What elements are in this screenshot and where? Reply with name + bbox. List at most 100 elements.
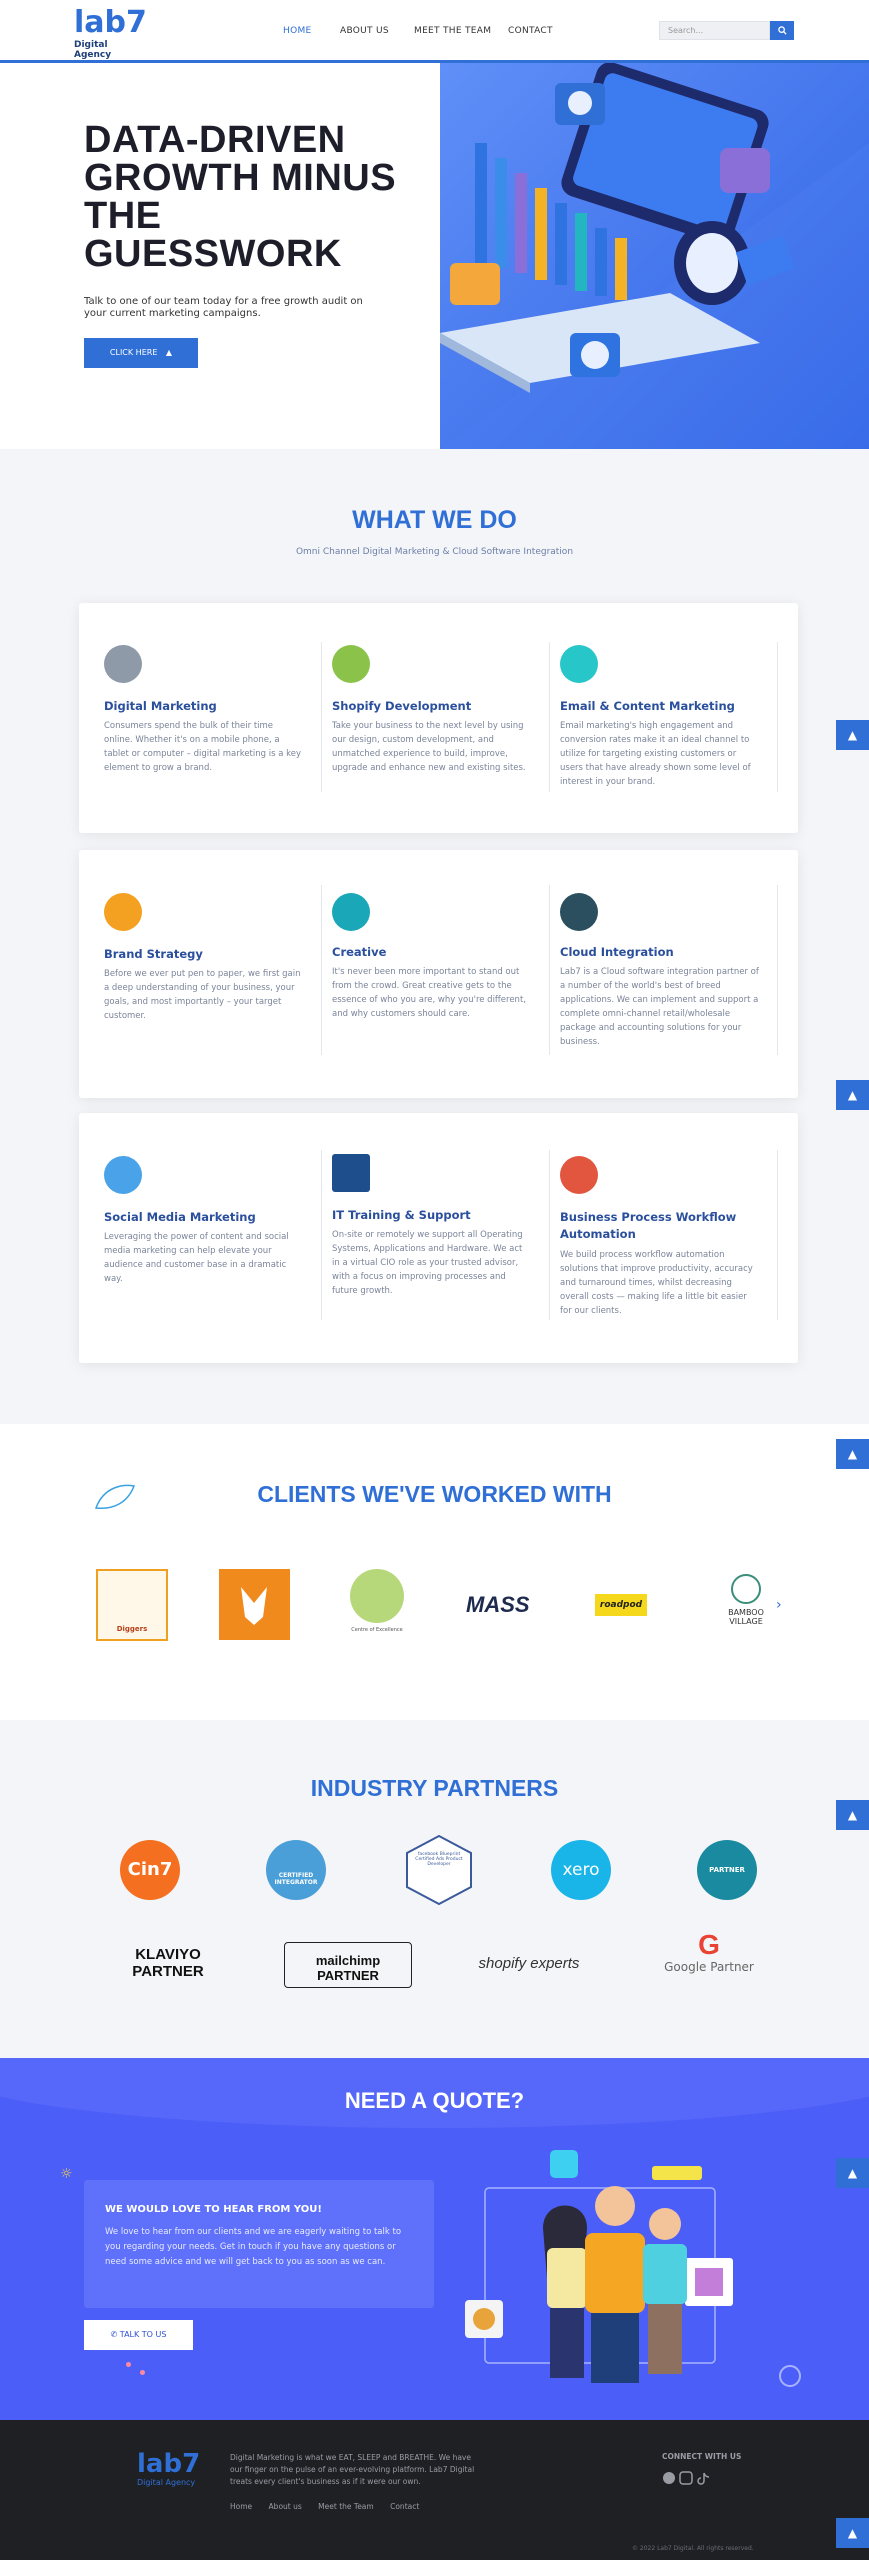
client-label: Centre of Excellence	[351, 1627, 403, 1633]
talk-to-us-label: TALK TO US	[119, 2330, 167, 2339]
search-button[interactable]	[770, 21, 794, 40]
social-share-icon	[104, 1156, 142, 1194]
chevron-up-icon: ▲	[847, 2526, 858, 2540]
service-description: Email marketing's high engagement and co…	[560, 721, 751, 787]
tiktok-icon[interactable]	[697, 2472, 710, 2485]
monitor-icon	[332, 1154, 370, 1192]
service-title: Email & Content Marketing	[560, 699, 735, 713]
footer-link-about[interactable]: About us	[269, 2502, 302, 2511]
partner-logo-klaviyo: KLAVIYO PARTNER	[132, 1946, 204, 1980]
hero-section: DATA-DRIVEN GROWTH MINUS THE GUESSWORK T…	[0, 63, 869, 449]
footer-logo[interactable]: lab7 Digital Agency	[137, 2450, 200, 2487]
divider	[549, 885, 550, 1055]
partner-logo-certified-integrator: CERTIFIED INTEGRATOR	[266, 1840, 326, 1900]
footer-connect-label: CONNECT WITH US	[662, 2452, 742, 2461]
quote-box: WE WOULD LOVE TO HEAR FROM YOU! We love …	[84, 2180, 434, 2308]
partner-logo-cin7: Cin7	[120, 1840, 180, 1900]
chevron-up-icon: ▲	[847, 1808, 858, 1822]
chevron-up-icon: ▲	[847, 1088, 858, 1102]
partner-logo-xero: xero	[551, 1840, 611, 1900]
nav-contact[interactable]: CONTACT	[508, 26, 553, 36]
bamboo-icon	[731, 1574, 761, 1604]
divider	[549, 1150, 550, 1320]
partner-logo-mailchimp: mailchimp PARTNER	[284, 1942, 412, 1988]
google-g-icon: G	[698, 1929, 720, 1960]
what-we-do-title: WHAT WE DO	[352, 506, 517, 534]
what-we-do-subtitle: Omni Channel Digital Marketing & Cloud S…	[295, 547, 574, 557]
service-title: Digital Marketing	[104, 699, 217, 713]
logo[interactable]: lab7 Digital Agency	[74, 5, 147, 61]
footer-logo-subtitle: Digital Agency	[137, 2478, 196, 2487]
scroll-top-button[interactable]: ▲	[836, 1080, 869, 1110]
nav-meet-the-team[interactable]: MEET THE TEAM	[414, 26, 491, 36]
partners-section: INDUSTRY PARTNERS Cin7 CERTIFIED INTEGRA…	[0, 1720, 869, 2058]
cloud-icon	[560, 893, 598, 931]
facebook-icon[interactable]	[663, 2472, 675, 2484]
service-title: Brand Strategy	[104, 947, 203, 961]
email-icon	[560, 645, 598, 683]
divider	[777, 642, 778, 792]
divider	[777, 1150, 778, 1320]
decorative-dot	[140, 2370, 145, 2375]
divider	[321, 642, 322, 792]
scroll-top-button[interactable]: ▲	[836, 720, 869, 750]
quote-title: NEED A QUOTE?	[344, 2088, 525, 2113]
hero-lead: Talk to one of our team today for a free…	[84, 296, 363, 319]
footer-link-contact[interactable]: Contact	[390, 2502, 419, 2511]
partner-logo-facebook-blueprint: facebook Blueprint Certified Ads Product…	[404, 1834, 474, 1906]
service-description: It's never been more important to stand …	[332, 967, 526, 1019]
scroll-top-button[interactable]: ▲	[836, 1439, 869, 1469]
talk-to-us-button[interactable]: ✆ TALK TO US	[84, 2320, 193, 2350]
nav-home[interactable]: HOME	[283, 26, 312, 36]
partners-title: INDUSTRY PARTNERS	[310, 1775, 559, 1801]
service-description: We build process workflow automation sol…	[560, 1250, 753, 1316]
carousel-next-chevron-icon[interactable]: ›	[776, 1597, 782, 1613]
client-logo-centre-of-excellence: Centre of Excellence	[346, 1569, 408, 1641]
divider	[321, 885, 322, 1055]
partner-label: facebook Blueprint Certified Ads Product…	[415, 1852, 463, 1867]
workflow-icon	[560, 1156, 598, 1194]
service-title: Creative	[332, 945, 387, 959]
footer-link-home[interactable]: Home	[230, 2502, 252, 2511]
clients-section: CLIENTS WE'VE WORKED WITH Diggers Centre…	[0, 1424, 869, 1720]
hero-cta-label: CLICK HERE	[109, 348, 158, 357]
megaphone-icon	[104, 893, 142, 931]
service-title: Cloud Integration	[560, 945, 674, 959]
hero-cta-button[interactable]: CLICK HERE ▲	[84, 338, 198, 368]
service-title: Social Media Marketing	[104, 1210, 256, 1224]
instagram-icon[interactable]	[679, 2471, 693, 2485]
divider	[321, 1150, 322, 1320]
team-illustration	[465, 2150, 801, 2387]
magnifier-icon	[777, 25, 787, 35]
logo-mark: lab7	[74, 5, 147, 40]
hero-illustration	[440, 63, 869, 449]
client-logo-roadpod: roadpod	[595, 1594, 647, 1616]
partner-logo-partner: PARTNER	[697, 1840, 757, 1900]
chart-icon	[104, 645, 142, 683]
site-footer: lab7 Digital Agency Digital Marketing is…	[0, 2420, 869, 2560]
client-badge-icon	[350, 1569, 404, 1623]
scroll-top-button[interactable]: ▲	[836, 2518, 869, 2548]
partner-label: CERTIFIED INTEGRATOR	[274, 1872, 318, 1886]
service-description: Lab7 is a Cloud software integration par…	[560, 967, 759, 1047]
service-description: On-site or remotely we support all Opera…	[332, 1230, 523, 1296]
divider	[777, 885, 778, 1055]
logo-subtitle: Digital Agency	[74, 40, 112, 60]
nav-about-us[interactable]: ABOUT US	[340, 26, 389, 36]
search-input[interactable]: Search...	[659, 21, 770, 40]
footer-logo-mark: lab7	[137, 2449, 201, 2479]
footer-about: Digital Marketing is what we EAT, SLEEP …	[230, 2453, 475, 2486]
chevron-up-icon: ▲	[847, 728, 858, 742]
footer-link-team[interactable]: Meet the Team	[318, 2502, 374, 2511]
quote-box-title: WE WOULD LOVE TO HEAR FROM YOU!	[105, 2204, 322, 2215]
chevron-up-icon: ▲	[847, 2166, 858, 2180]
service-title: Business Process Workflow Automation	[560, 1210, 737, 1241]
fox-head-icon	[241, 1587, 267, 1625]
site-header: lab7 Digital Agency HOME ABOUT US MEET T…	[0, 0, 869, 63]
quote-box-text: We love to hear from our clients and we …	[105, 2227, 402, 2267]
service-title: Shopify Development	[332, 699, 472, 713]
hexagon-badge-icon	[406, 1834, 472, 1906]
scroll-top-button[interactable]: ▲	[836, 2158, 869, 2188]
scroll-top-button[interactable]: ▲	[836, 1800, 869, 1830]
chevron-up-icon: ▲	[847, 1447, 858, 1461]
